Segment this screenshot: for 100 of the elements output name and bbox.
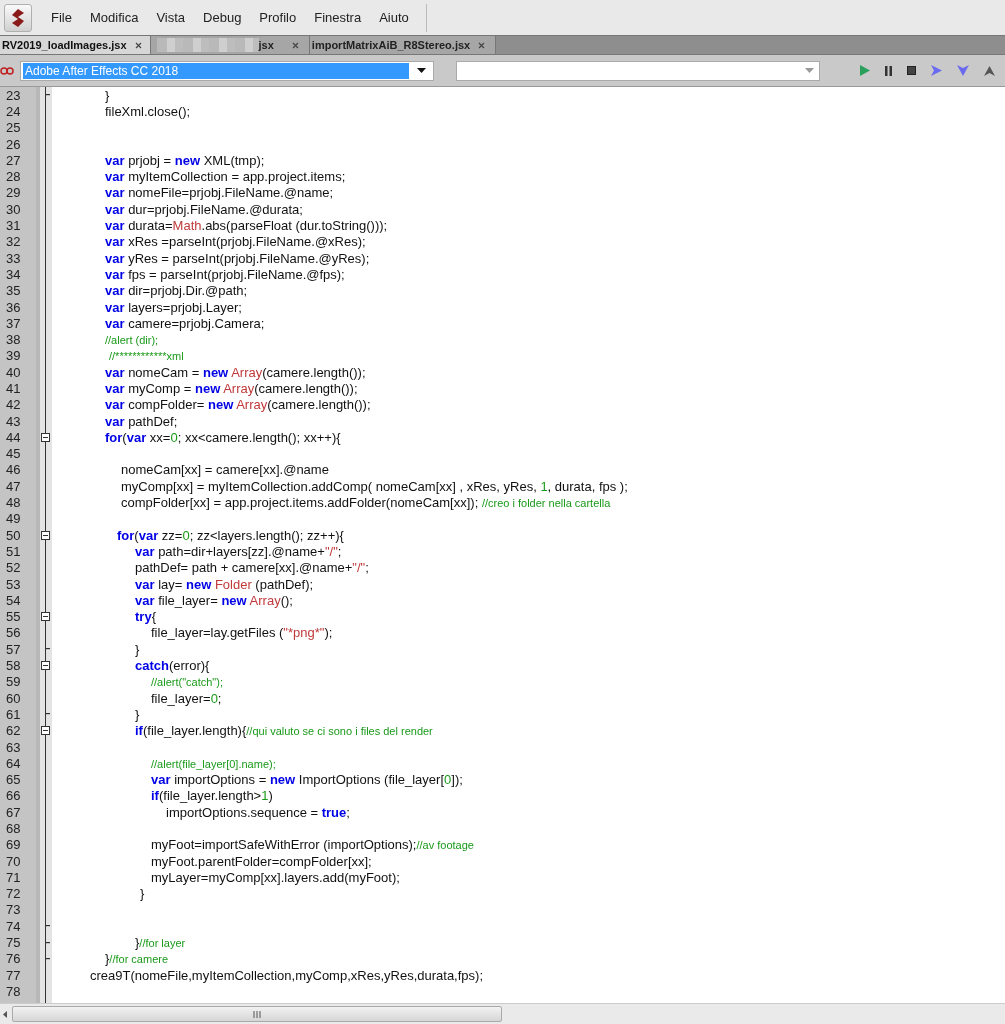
line-number: 39	[5, 348, 21, 364]
code-line: //************xml	[109, 349, 184, 364]
code-line: var pathDef;	[105, 413, 178, 429]
code-line: }	[140, 886, 145, 902]
step-over-icon[interactable]	[931, 65, 942, 76]
file-tab[interactable]: importMatrixAiB_R8Stereo.jsx	[309, 36, 497, 54]
menu-item[interactable]: Aiuto	[370, 10, 418, 25]
close-icon[interactable]	[134, 41, 142, 49]
line-number: 61	[5, 706, 21, 722]
line-number: 55	[5, 609, 21, 625]
code-line: var lay= new Folder (pathDef);	[135, 576, 314, 592]
line-number: 60	[5, 690, 21, 706]
line-number: 26	[5, 136, 21, 152]
code-line: var path=dir+layers[zz].@name+"/";	[135, 543, 342, 559]
code-line: var dur=prjobj.FileName.@durata;	[105, 201, 303, 217]
code-line: var camere=prjobj.Camera;	[105, 315, 265, 331]
code-line: }	[135, 641, 140, 657]
close-icon[interactable]	[291, 41, 299, 49]
line-number: 52	[5, 560, 21, 576]
line-number: 75	[5, 935, 21, 951]
line-number: 71	[5, 869, 21, 885]
app-logo-icon[interactable]	[4, 3, 32, 32]
code-line: nomeCam[xx] = camere[xx].@name	[121, 462, 329, 478]
collapse-icon[interactable]	[41, 612, 50, 622]
line-number: 38	[5, 332, 21, 348]
line-number: 23	[5, 87, 21, 103]
line-number: 65	[5, 772, 21, 788]
line-number: 36	[5, 299, 21, 315]
line-number: 63	[5, 739, 21, 755]
code-line: var prjobj = new XML(tmp);	[105, 152, 265, 168]
line-number: 59	[5, 674, 21, 690]
code-line: }//for camere	[105, 951, 169, 967]
line-number: 50	[5, 527, 21, 543]
scroll-left-icon[interactable]	[3, 1010, 7, 1018]
code-line: myComp[xx] = myItemCollection.addComp( nomeCam[xx] , xRes, yRes, 1, durata, fps );	[121, 478, 628, 494]
code-line: file_layer=lay.getFiles ("*png*");	[151, 625, 333, 641]
menu-item[interactable]: Debug	[194, 10, 251, 25]
line-number: 24	[5, 103, 21, 119]
code-line: if(file_layer.length){//qui valuto se ci sono i files del render	[135, 723, 433, 739]
step-out-icon[interactable]	[984, 65, 995, 76]
line-number: 56	[5, 625, 21, 641]
collapse-icon[interactable]	[41, 432, 50, 442]
code-line: var myItemCollection = app.project.items;	[105, 169, 346, 185]
line-number: 35	[5, 283, 21, 299]
line-number: 58	[5, 658, 21, 674]
line-number: 43	[5, 413, 21, 429]
code-line: var layers=prjobj.Layer;	[105, 299, 242, 315]
file-tab[interactable]: RV2019_loadImages.jsx	[0, 36, 151, 54]
line-number: 33	[5, 250, 21, 266]
code-line: var fps = parseInt(prjobj.FileName.@fps);	[105, 266, 345, 282]
pause-icon[interactable]	[885, 65, 892, 76]
line-number: 64	[5, 755, 21, 771]
line-number: 68	[5, 821, 21, 836]
code-line: var file_layer= new Array();	[135, 592, 293, 608]
code-line: var myComp = new Array(camere.length());	[105, 381, 358, 396]
caret-icon[interactable]	[417, 68, 426, 73]
grip-icon	[253, 1010, 261, 1018]
scrollbar-thumb[interactable]	[12, 1006, 502, 1022]
step-into-icon[interactable]	[957, 65, 969, 76]
line-number: 77	[5, 967, 21, 983]
line-number: 42	[5, 397, 21, 413]
collapse-icon[interactable]	[41, 661, 50, 671]
menu-item[interactable]: Profilo	[250, 10, 306, 25]
code-line: try{	[135, 609, 156, 625]
line-number: 74	[5, 918, 21, 934]
line-number: 49	[5, 511, 21, 527]
menu-item[interactable]: Finestra	[305, 10, 371, 25]
code-line: fileXml.close();	[105, 103, 191, 119]
code-line: //alert (dir);	[105, 333, 159, 348]
line-number: 44	[5, 429, 21, 445]
line-number: 57	[5, 641, 21, 657]
line-number: 37	[5, 315, 21, 331]
line-number: 70	[5, 853, 21, 869]
code-line: }	[135, 706, 140, 722]
code-line: myLayer=myComp[xx].layers.add(myFoot);	[151, 869, 400, 885]
code-line: var dir=prjobj.Dir.@path;	[105, 283, 248, 299]
line-number: 66	[5, 788, 21, 804]
line-number: 40	[5, 364, 21, 380]
code-line: pathDef= path + camere[xx].@name+"/";	[135, 560, 369, 576]
code-line: importOptions.sequence = true;	[166, 804, 350, 820]
collapse-icon[interactable]	[41, 530, 50, 540]
line-number: 45	[5, 446, 21, 462]
file-tab[interactable]: jsx	[150, 36, 310, 54]
code-line: myFoot=importSafeWithError (importOptions);//av footage	[151, 837, 474, 853]
code-line: var yRes = parseInt(prjobj.FileName.@yRes);	[105, 250, 370, 266]
broken-link-icon[interactable]	[0, 65, 14, 76]
code-line: var durata=Math.abs(parseFloat (dur.toString()));	[105, 218, 388, 233]
code-line: var compFolder= new Array(camere.length());	[105, 397, 371, 413]
code-line: compFolder[xx] = app.project.items.addFolder(nomeCam[xx]); //creo i folder nella cartella	[121, 495, 611, 511]
collapse-icon[interactable]	[41, 726, 50, 736]
line-number: 73	[5, 902, 21, 918]
menu-item[interactable]: File	[42, 10, 81, 25]
line-number: 48	[5, 495, 21, 511]
close-icon[interactable]	[478, 41, 486, 49]
line-number: 30	[5, 201, 21, 217]
line-number: 25	[5, 120, 21, 136]
line-number: 34	[5, 266, 21, 282]
code-line: var importOptions = new ImportOptions (file_layer[0]);	[151, 772, 463, 788]
menu-item[interactable]: Modifica	[80, 10, 148, 25]
menu-item[interactable]: Vista	[147, 10, 195, 25]
